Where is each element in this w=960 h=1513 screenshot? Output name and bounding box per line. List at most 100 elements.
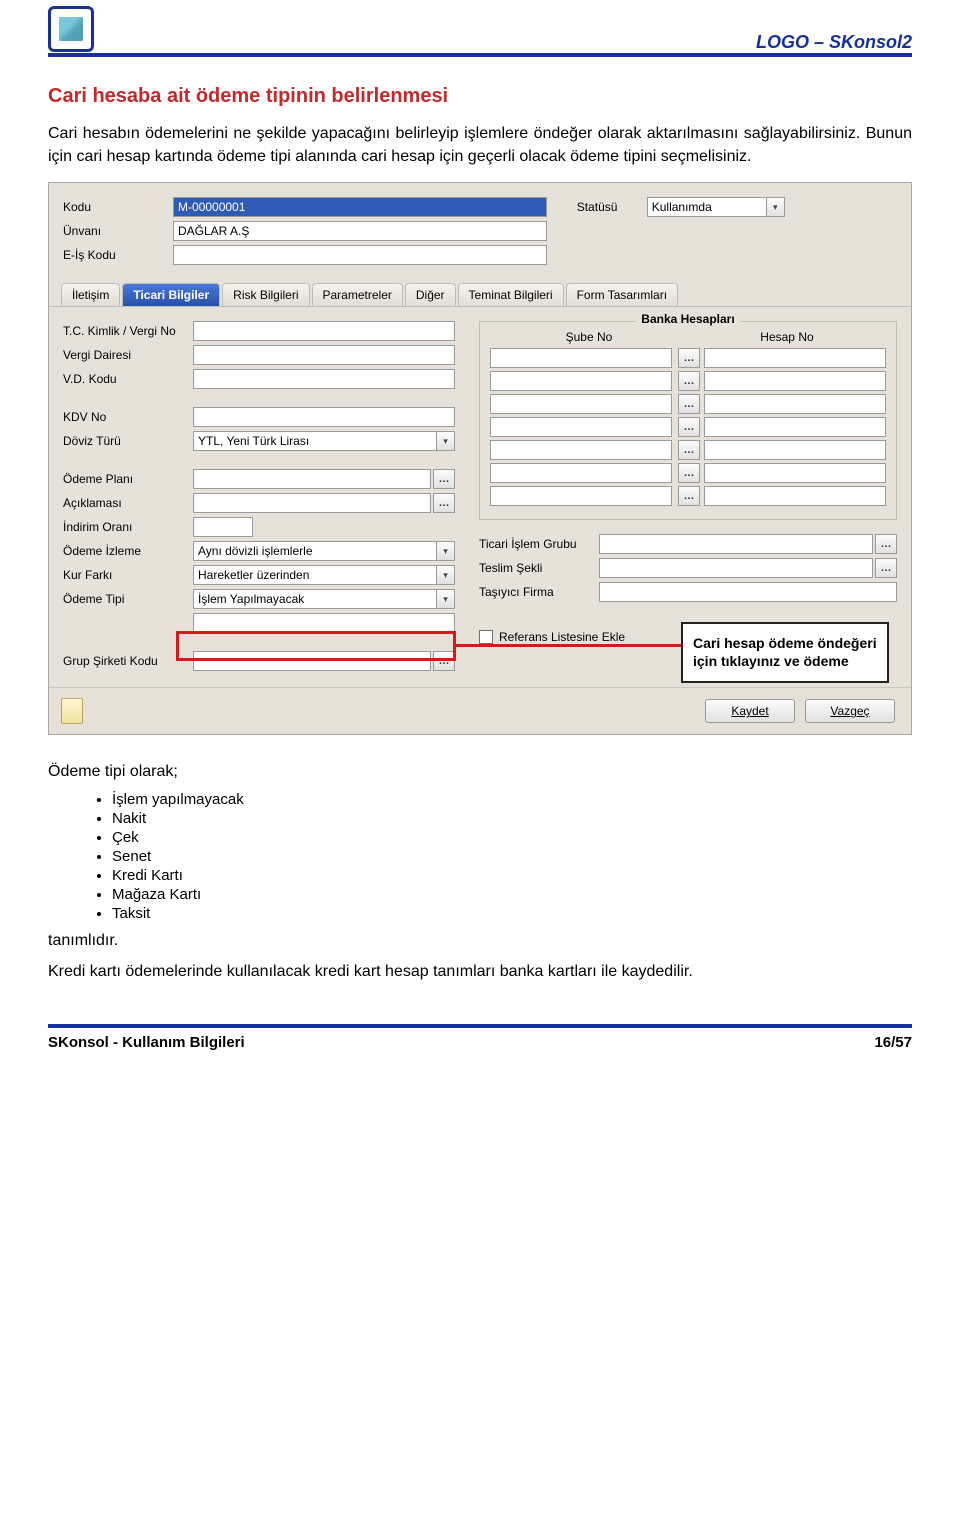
intro-paragraph: Cari hesabın ödemelerini ne şekilde yapa… xyxy=(48,122,912,168)
input-sube-4[interactable] xyxy=(490,417,672,437)
input-eiskodu[interactable] xyxy=(173,245,547,265)
lookup-button[interactable]: … xyxy=(433,651,455,671)
select-odemeizleme[interactable]: Aynı dövizli işlemlerle xyxy=(193,541,437,561)
footer-left: SKonsol - Kullanım Bilgileri xyxy=(48,1034,245,1051)
label-eiskodu: E-İş Kodu xyxy=(63,248,173,262)
tab-iletisim[interactable]: İletişim xyxy=(61,283,120,306)
lookup-button[interactable]: … xyxy=(678,440,700,460)
input-sube-6[interactable] xyxy=(490,463,672,483)
tab-teminat[interactable]: Teminat Bilgileri xyxy=(458,283,564,306)
input-odemeplani[interactable] xyxy=(193,469,431,489)
lookup-button[interactable]: … xyxy=(875,534,897,554)
chevron-down-icon[interactable]: ▾ xyxy=(437,589,455,609)
list-item: Mağaza Kartı xyxy=(112,886,912,903)
input-vdkodu[interactable] xyxy=(193,369,455,389)
input-tasiyici[interactable] xyxy=(599,582,897,602)
input-kodu[interactable]: M-00000001 xyxy=(173,197,547,217)
input-hesap-7[interactable] xyxy=(704,486,886,506)
label-kdvno: KDV No xyxy=(63,410,193,424)
input-sube-7[interactable] xyxy=(490,486,672,506)
body-final: Kredi kartı ödemelerinde kullanılacak kr… xyxy=(48,960,912,983)
note-icon[interactable] xyxy=(61,698,83,724)
input-hesap-1[interactable] xyxy=(704,348,886,368)
group-title: Banka Hesapları xyxy=(635,312,740,326)
label-ticariislem: Ticari İşlem Grubu xyxy=(479,537,599,551)
vazgec-button[interactable]: Vazgeç xyxy=(805,699,895,723)
section-title: Cari hesaba ait ödeme tipinin belirlenme… xyxy=(48,85,912,108)
label-vdkodu: V.D. Kodu xyxy=(63,372,193,386)
lookup-button[interactable]: … xyxy=(678,417,700,437)
input-hesap-3[interactable] xyxy=(704,394,886,414)
lookup-button[interactable]: … xyxy=(678,486,700,506)
label-statusu: Statüsü xyxy=(577,200,647,214)
tab-risk[interactable]: Risk Bilgileri xyxy=(222,283,309,306)
body-outro: tanımlıdır. xyxy=(48,932,912,950)
chevron-down-icon[interactable]: ▾ xyxy=(437,565,455,585)
input-hesap-2[interactable] xyxy=(704,371,886,391)
col-hesap: Hesap No xyxy=(688,330,886,344)
list-item: Çek xyxy=(112,829,912,846)
label-odemetipi: Ödeme Tipi xyxy=(63,592,193,606)
input-hesap-4[interactable] xyxy=(704,417,886,437)
list-item: Nakit xyxy=(112,810,912,827)
header-product: LOGO – SKonsol2 xyxy=(756,6,912,53)
label-odemeizleme: Ödeme İzleme xyxy=(63,544,193,558)
tab-parametreler[interactable]: Parametreler xyxy=(312,283,403,306)
input-unvani[interactable]: DAĞLAR A.Ş xyxy=(173,221,547,241)
tab-form-tasarim[interactable]: Form Tasarımları xyxy=(566,283,678,306)
input-hesap-5[interactable] xyxy=(704,440,886,460)
list-item: İşlem yapılmayacak xyxy=(112,791,912,808)
chevron-down-icon[interactable]: ▾ xyxy=(437,431,455,451)
input-sube-1[interactable] xyxy=(490,348,672,368)
list-item: Kredi Kartı xyxy=(112,867,912,884)
select-statusu[interactable]: Kullanımda xyxy=(647,197,767,217)
input-teslimsekli[interactable] xyxy=(599,558,873,578)
label-aciklamasi: Açıklaması xyxy=(63,496,193,510)
input-aciklamasi[interactable] xyxy=(193,493,431,513)
footer-right: 16/57 xyxy=(874,1034,912,1051)
label-unvani: Ünvanı xyxy=(63,224,173,238)
app-window: Kodu M-00000001 Ünvanı DAĞLAR A.Ş E-İş K… xyxy=(48,182,912,735)
input-tcvergi[interactable] xyxy=(193,321,455,341)
label-grupsirket: Grup Şirketi Kodu xyxy=(63,654,193,668)
select-kurfarki[interactable]: Hareketler üzerinden xyxy=(193,565,437,585)
label-tasiyici: Taşıyıcı Firma xyxy=(479,585,599,599)
tab-diger[interactable]: Diğer xyxy=(405,283,456,306)
lookup-button[interactable]: … xyxy=(678,394,700,414)
input-sube-2[interactable] xyxy=(490,371,672,391)
label-odemeplani: Ödeme Planı xyxy=(63,472,193,486)
lookup-button[interactable]: … xyxy=(433,469,455,489)
input-kdvno[interactable] xyxy=(193,407,455,427)
lookup-button[interactable]: … xyxy=(678,348,700,368)
input-indorani[interactable] xyxy=(193,517,253,537)
lookup-button[interactable]: … xyxy=(433,493,455,513)
label-tcvergi: T.C. Kimlik / Vergi No xyxy=(63,324,193,338)
chevron-down-icon[interactable]: ▾ xyxy=(437,541,455,561)
tab-ticari-bilgiler[interactable]: Ticari Bilgiler xyxy=(122,283,220,306)
label-kodu: Kodu xyxy=(63,200,173,214)
label-doviz: Döviz Türü xyxy=(63,434,193,448)
label-indorani: İndirim Oranı xyxy=(63,520,193,534)
select-doviz[interactable]: YTL, Yeni Türk Lirası xyxy=(193,431,437,451)
input-blank[interactable] xyxy=(193,613,455,633)
select-odemetipi[interactable]: İşlem Yapılmayacak xyxy=(193,589,437,609)
annotation-callout: Cari hesap ödeme öndeğeri için tıklayını… xyxy=(681,622,889,684)
input-grupsirket[interactable] xyxy=(193,651,431,671)
label-kurfarki: Kur Farkı xyxy=(63,568,193,582)
input-vdairesi[interactable] xyxy=(193,345,455,365)
input-ticariislem[interactable] xyxy=(599,534,873,554)
list-item: Taksit xyxy=(112,905,912,922)
input-sube-3[interactable] xyxy=(490,394,672,414)
odeme-tipi-list: İşlem yapılmayacak Nakit Çek Senet Kredi… xyxy=(112,791,912,922)
list-item: Senet xyxy=(112,848,912,865)
chevron-down-icon[interactable]: ▾ xyxy=(767,197,785,217)
lookup-button[interactable]: … xyxy=(678,371,700,391)
lookup-button[interactable]: … xyxy=(678,463,700,483)
checkbox-referans[interactable] xyxy=(479,630,493,644)
lookup-button[interactable]: … xyxy=(875,558,897,578)
tabs-row: İletişim Ticari Bilgiler Risk Bilgileri … xyxy=(49,275,911,307)
group-banka-hesaplari: Banka Hesapları Şube No Hesap No … … … …… xyxy=(479,321,897,520)
kaydet-button[interactable]: Kaydet xyxy=(705,699,795,723)
input-hesap-6[interactable] xyxy=(704,463,886,483)
input-sube-5[interactable] xyxy=(490,440,672,460)
